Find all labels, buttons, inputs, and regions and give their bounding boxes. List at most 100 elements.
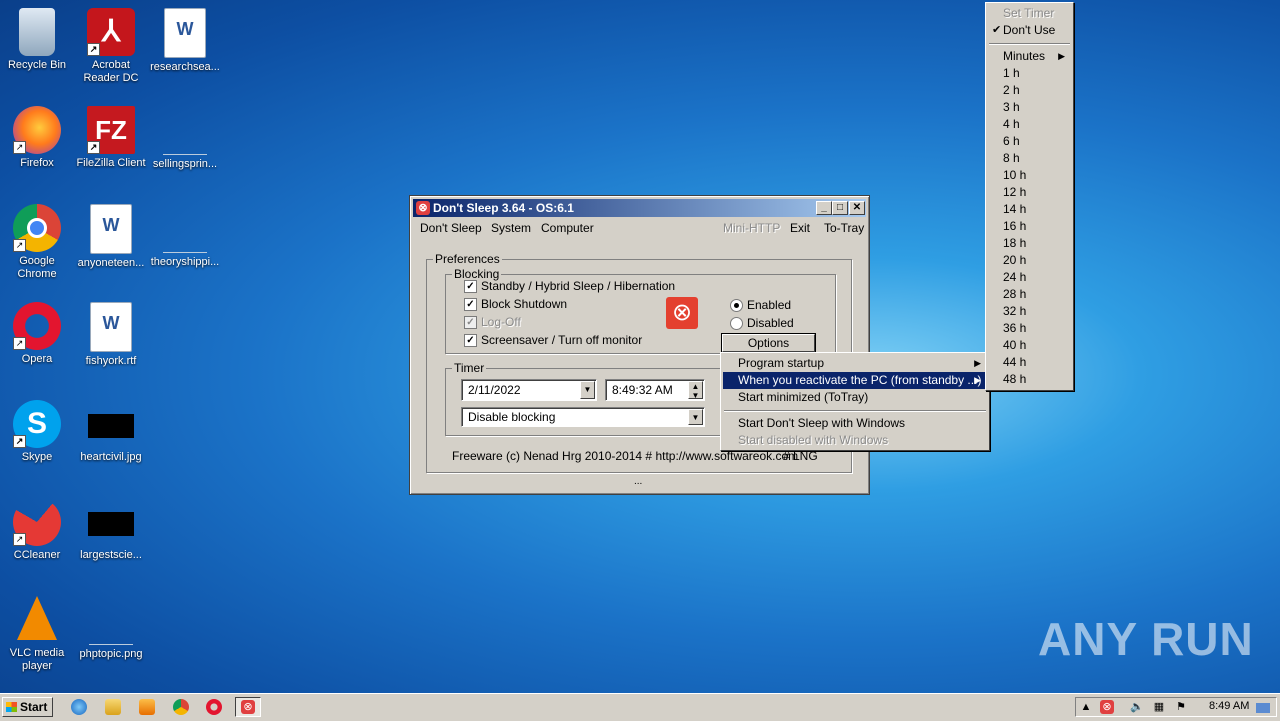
show-desktop-icon[interactable] [1256,703,1270,713]
menu-item-hour[interactable]: 12 h [988,184,1071,201]
start-button[interactable]: Start [2,697,53,717]
menu-item-hour[interactable]: 2 h [988,82,1071,99]
menu-item-hour[interactable]: 44 h [988,354,1071,371]
mode-select[interactable]: Disable blocking ▼ [461,407,705,427]
enabled-radio[interactable] [730,299,743,312]
standby-checkbox[interactable]: ✓ [464,280,477,293]
chrome-icon[interactable] [173,699,189,715]
show-hidden-icons-icon[interactable]: ▲ [1079,700,1093,714]
desktop-icon-sellingsprin[interactable]: sellingsprin... [148,106,222,171]
disabled-radio[interactable] [730,317,743,330]
clock[interactable]: 8:49 AM [1209,700,1249,712]
desktop-icon-researchsea[interactable]: Wresearchsea... [148,8,222,74]
menu-item-minutes[interactable]: Minutes ▶ [988,48,1071,65]
menu-item-hour[interactable]: 28 h [988,286,1071,303]
volume-icon[interactable]: 🔈 [1130,700,1144,714]
menu-item-hour[interactable]: 24 h [988,269,1071,286]
acrobat-icon: ⅄ ↗ [87,8,135,56]
menu-item-set-timer[interactable]: Set Timer [988,5,1071,22]
menu-item-start-with-windows[interactable]: Start Don't Sleep with Windows [723,415,987,432]
menu-item-reactivate[interactable]: When you reactivate the PC (from standby… [723,372,987,389]
menu-item-hour[interactable]: 32 h [988,303,1071,320]
desktop-icon-filezilla[interactable]: FZ ↗ FileZilla Client [74,106,148,170]
desktop-icon-firefox[interactable]: ↗ Firefox [0,106,74,170]
desktop-icon-phptopic[interactable]: phptopic.png [74,596,148,661]
screensaver-checkbox[interactable]: ✓ [464,334,477,347]
menu-item-hour[interactable]: 6 h [988,133,1071,150]
menu-item-hour[interactable]: 4 h [988,116,1071,133]
desktop-icon-heartcivil[interactable]: heartcivil.jpg [74,400,148,464]
menu-item-start-minimized[interactable]: Start minimized (ToTray) [723,389,987,406]
network-icon[interactable]: ▦ [1152,700,1166,714]
chevron-down-icon[interactable]: ▼ [688,409,703,425]
mode-value: Disable blocking [468,410,556,424]
date-value: 2/11/2022 [468,383,521,397]
desktop-icon-theoryshippi[interactable]: theoryshippi... [148,204,222,269]
menu-item-label: Don't Use [1003,23,1056,37]
menu-item-hour[interactable]: 1 h [988,65,1071,82]
close-button[interactable]: ✕ [849,201,865,215]
lng-link[interactable]: # LNG [783,449,818,463]
menu-item-hour[interactable]: 48 h [988,371,1071,388]
menu-item-program-startup[interactable]: Program startup ▶ [723,355,987,372]
desktop-icon-largestscie[interactable]: largestscie... [74,498,148,562]
menu-dont-sleep[interactable]: Don't Sleep [420,221,482,235]
desktop-icon-acrobat[interactable]: ⅄ ↗ Acrobat Reader DC [74,8,148,85]
desktop-icon-opera[interactable]: ↗ Opera [0,302,74,366]
menu-separator [724,410,986,412]
action-center-flag-icon[interactable]: ⚑ [1174,700,1188,714]
taskbar-button-dont-sleep[interactable]: ⊗ [235,697,261,717]
ccleaner-icon: ↗ [13,498,61,546]
minimize-button[interactable]: _ [816,201,832,215]
spin-arrows-icon[interactable]: ▲ ▼ [688,381,703,400]
menu-exit[interactable]: Exit [790,221,810,235]
chevron-down-icon[interactable]: ▼ [580,381,595,399]
standby-label: Standby / Hybrid Sleep / Hibernation [481,279,676,293]
dont-sleep-icon: ⊗ [241,700,255,714]
menu-item-start-disabled[interactable]: Start disabled with Windows [723,432,987,449]
menu-item-hour[interactable]: 36 h [988,320,1071,337]
image-icon [89,596,133,645]
options-button[interactable]: Options [722,334,815,352]
menu-item-dont-use[interactable]: ✔ Don't Use [988,22,1071,39]
menu-to-tray[interactable]: To-Tray [824,221,864,235]
time-field[interactable]: 8:49:32 AM ▲ ▼ [605,379,705,401]
menu-item-hour[interactable]: 18 h [988,235,1071,252]
internet-explorer-icon[interactable] [71,699,87,715]
desktop-icon-vlc[interactable]: VLC media player [0,596,74,673]
opera-icon[interactable] [206,699,222,715]
desktop-icon-skype[interactable]: S ↗ Skype [0,400,74,464]
title-bar[interactable]: ⊗ Don't Sleep 3.64 - OS:6.1 _ □ ✕ [413,199,866,217]
desktop-icon-label: heartcivil.jpg [80,451,142,463]
menu-item-hour[interactable]: 8 h [988,150,1071,167]
menu-item-hour[interactable]: 16 h [988,218,1071,235]
desktop-icon-fishyork[interactable]: Wfishyork.rtf [74,302,148,368]
menu-item-hour[interactable]: 10 h [988,167,1071,184]
desktop-icon-label: fishyork.rtf [85,355,137,367]
date-picker[interactable]: 2/11/2022 ▼ [461,379,597,401]
submenu-arrow-icon: ▶ [1058,51,1065,61]
menu-item-hour[interactable]: 20 h [988,252,1071,269]
block-shutdown-checkbox[interactable]: ✓ [464,298,477,311]
menu-item-hour[interactable]: 3 h [988,99,1071,116]
desktop-icon-recycle-bin[interactable]: Recycle Bin [0,8,74,72]
dont-sleep-tray-icon[interactable]: ⊗ [1100,700,1114,714]
log-off-checkbox[interactable]: ✓ [464,316,477,329]
filezilla-icon: FZ ↗ [87,106,135,154]
desktop-icon-chrome[interactable]: ↗ Google Chrome [0,204,74,281]
explorer-folder-icon[interactable] [105,699,121,715]
desktop-icon-ccleaner[interactable]: ↗ CCleaner [0,498,74,562]
opera-icon: ↗ [13,302,61,350]
menu-mini-http[interactable]: Mini-HTTP [723,221,780,235]
menu-item-hour[interactable]: 40 h [988,337,1071,354]
word-doc-icon: W [90,302,132,352]
menu-computer[interactable]: Computer [541,221,594,235]
footer-credit[interactable]: Freeware (c) Nenad Hrg 2010-2014 # http:… [452,449,798,463]
desktop-icon-label: Acrobat Reader DC [83,59,139,84]
menu-item-hour[interactable]: 14 h [988,201,1071,218]
maximize-button[interactable]: □ [832,201,848,215]
vlc-icon [17,596,57,640]
media-player-icon[interactable] [139,699,155,715]
menu-system[interactable]: System [491,221,531,235]
desktop-icon-anyoneteen[interactable]: Wanyoneteen... [74,204,148,270]
